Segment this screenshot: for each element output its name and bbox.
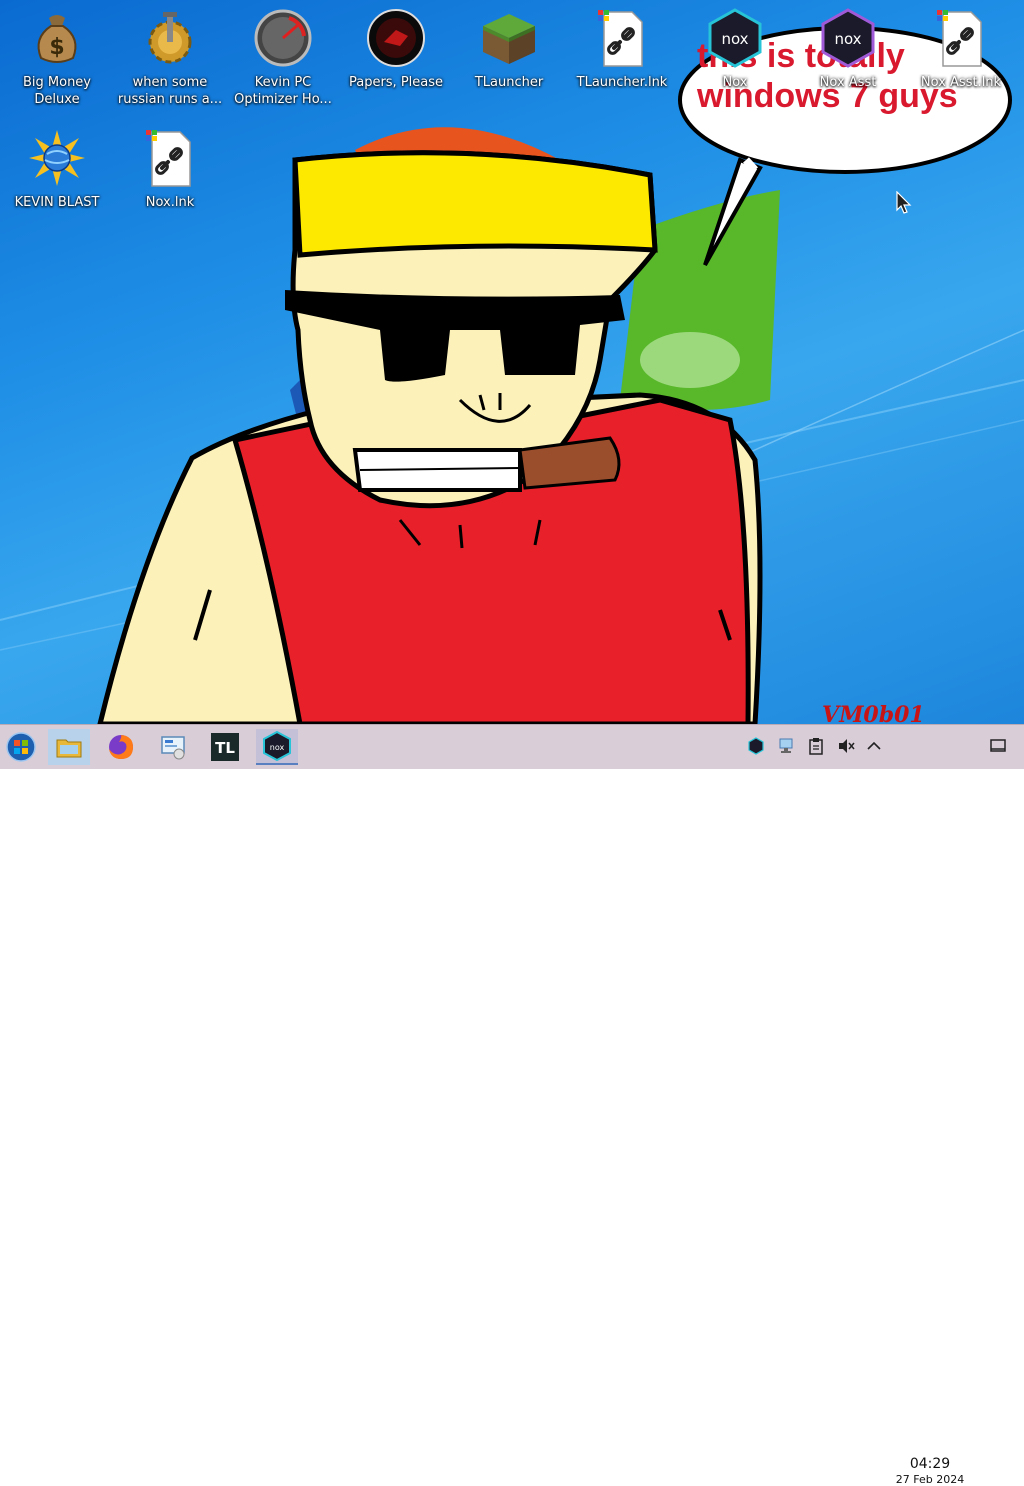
tray-expand[interactable] [863,735,885,757]
network-icon [779,738,793,753]
nox-icon: nox [703,6,767,70]
windows-start-icon [6,732,36,762]
tray-network[interactable] [775,735,797,757]
desktop-icon-russian[interactable]: when some russian runs a... [115,6,225,116]
clipboard-icon [809,738,823,755]
firefox-icon [109,735,133,759]
desktop-icon-kevin-pc-optimizer[interactable]: Kevin PC Optimizer Ho... [228,6,338,116]
icon-label: when some russian runs a... [117,75,223,107]
mouse-cursor-icon [896,191,912,214]
shortcut-file-icon [138,126,202,190]
icon-label: Nox.lnk [145,195,195,210]
money-bag-icon: $ [25,6,89,70]
svg-text:nox: nox [721,30,748,48]
desktop-icon-tlauncher-lnk[interactable]: TLauncher.lnk [567,6,677,116]
shortcut-file-icon [590,6,654,70]
tlauncher-text: TL [215,739,235,757]
gear-icon [138,6,202,70]
control-panel-icon [161,736,185,760]
icon-label: Papers, Please [348,75,444,90]
file-manager-icon [56,739,82,758]
nox-icon: nox [816,6,880,70]
papers-please-icon [364,6,428,70]
clock-date: 27 Feb 2024 [895,1473,965,1486]
taskbar-tlauncher[interactable]: TL [204,729,246,765]
desktop-icon-nox-asst[interactable]: nox Nox Asst [793,6,903,116]
volume-muted-icon [839,739,855,753]
clock-time: 04:29 [909,1456,951,1472]
nox-tray-icon [748,737,764,755]
tray-clipboard[interactable] [805,735,827,757]
tray-volume[interactable] [835,735,857,757]
taskbar-nox[interactable]: nox [256,729,298,765]
globe-burst-icon [25,126,89,190]
icon-label: Nox Asst [819,75,877,90]
taskbar-firefox[interactable] [100,729,142,765]
tray-nox[interactable] [745,735,767,757]
desktop-icon-big-money-deluxe[interactable]: $ Big Money Deluxe [2,6,112,116]
icon-label: Kevin PC Optimizer Ho... [234,75,332,107]
taskbar-file-manager[interactable] [48,729,90,765]
svg-text:nox: nox [834,30,861,48]
desktop-icon-nox-lnk[interactable]: Nox.lnk [115,126,225,236]
start-button[interactable] [0,729,42,765]
svg-text:$: $ [49,35,64,60]
show-desktop-icon [990,739,1006,752]
nox-icon: nox [263,731,291,761]
icon-label: TLauncher.lnk [576,75,668,90]
taskbar-control-panel[interactable] [152,729,194,765]
icon-label: TLauncher [474,75,544,90]
desktop-icon-nox[interactable]: nox Nox [680,6,790,116]
speedometer-icon [251,6,315,70]
icon-label: KEVIN BLAST [14,195,100,210]
svg-text:nox: nox [270,743,285,752]
chevron-up-icon [867,741,881,750]
desktop-icon-tlauncher[interactable]: TLauncher [454,6,564,116]
signature: VM0b01 [822,702,925,724]
icon-label: Nox Asst.lnk [920,75,1002,90]
desktop-icon-nox-asst-lnk[interactable]: Nox Asst.lnk [906,6,1016,116]
shortcut-file-icon [929,6,993,70]
icon-label: Big Money Deluxe [22,75,91,107]
grass-block-icon [477,6,541,70]
desktop-icon-kevin-blast[interactable]: KEVIN BLAST [2,126,112,236]
icon-label: Nox [722,75,748,90]
desktop-icon-papers-please[interactable]: Papers, Please [341,6,451,116]
show-desktop-button[interactable] [987,735,1009,757]
desktop[interactable]: this is totally windows 7 guys VM0b01 $ … [0,0,1024,724]
tlauncher-icon: TL [211,733,239,761]
taskbar: TL nox 04:29 27 Feb 2024 [0,724,1024,1486]
